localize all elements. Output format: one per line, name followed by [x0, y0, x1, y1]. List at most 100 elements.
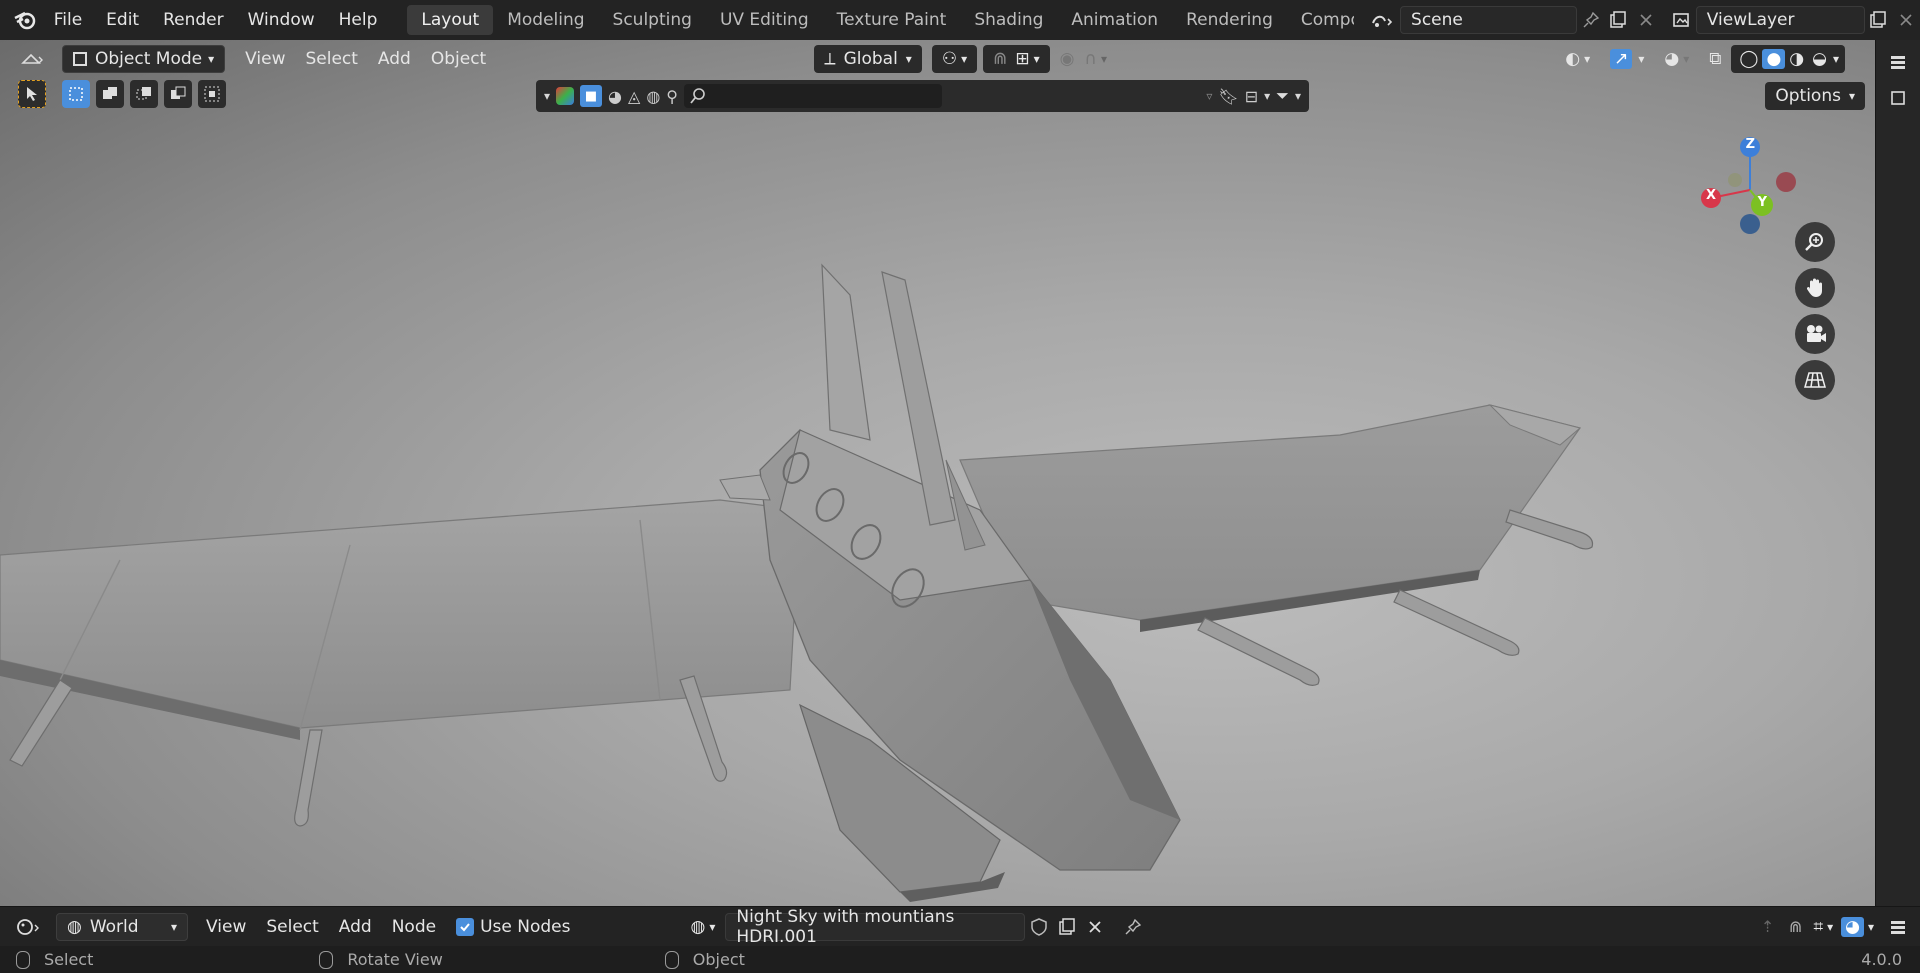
outliner-icon[interactable] — [1884, 48, 1912, 76]
filter-funnel-icon[interactable]: ⏷ — [1276, 86, 1289, 106]
transform-orientation-dropdown[interactable]: ⟂ Global ▾ — [814, 45, 922, 73]
snap-mode-dropdown[interactable]: ⌗ ▾ — [1810, 913, 1838, 941]
chevron-down-icon: ▾ — [1867, 919, 1874, 934]
tab-rendering[interactable]: Rendering — [1172, 5, 1287, 35]
wireframe-shading-icon[interactable]: ◯ — [1735, 49, 1762, 69]
world-icon: ◍ — [67, 916, 82, 937]
overlays-toggle[interactable]: ◕ ▾ — [1654, 45, 1699, 73]
chevron-down-icon: ▾ — [709, 919, 716, 934]
snap-magnet-icon[interactable]: ⋒ — [1782, 913, 1810, 941]
select-extend-icon[interactable] — [96, 80, 124, 108]
all-types-icon[interactable] — [556, 87, 575, 105]
node-menu-view[interactable]: View — [196, 913, 256, 941]
menu-view[interactable]: View — [235, 45, 295, 73]
node-overlays-toggle[interactable]: ◕ ▾ — [1837, 913, 1878, 941]
select-intersect-icon[interactable] — [198, 80, 226, 108]
world-type-dropdown[interactable]: ◍ World ▾ — [56, 912, 188, 941]
menu-help[interactable]: Help — [327, 5, 390, 35]
brush-filter-icon[interactable]: ⚲ — [666, 87, 678, 106]
delete-view-layer-icon[interactable] — [1892, 6, 1920, 34]
hierarchy-icon[interactable]: ⊟ — [1245, 87, 1258, 106]
new-view-layer-icon[interactable] — [1865, 6, 1893, 34]
menu-select[interactable]: Select — [295, 45, 367, 73]
chevron-down-icon[interactable]: ▾ — [1295, 89, 1301, 103]
mesh-filter-icon[interactable]: ■ — [580, 85, 603, 107]
airplane-model[interactable] — [0, 40, 1875, 906]
menu-edit[interactable]: Edit — [94, 5, 151, 35]
chevron-down-icon[interactable]: ▾ — [1831, 52, 1841, 66]
new-scene-icon[interactable] — [1604, 6, 1632, 34]
select-subtract-icon[interactable] — [130, 80, 158, 108]
properties-icon[interactable] — [1884, 84, 1912, 112]
object-mode-dropdown[interactable]: Object Mode ▾ — [62, 45, 226, 73]
tab-animation[interactable]: Animation — [1057, 5, 1172, 35]
world-filter-icon[interactable]: ◍ — [646, 87, 660, 106]
delete-scene-icon[interactable] — [1632, 6, 1660, 34]
view-layer-field[interactable]: ViewLayer — [1695, 6, 1865, 34]
select-new-icon[interactable] — [62, 80, 90, 108]
3d-viewport[interactable]: Object Mode ▾ View Select Add Object ⟂ G… — [0, 40, 1875, 906]
chevron-down-icon[interactable]: ▿ — [1206, 89, 1212, 103]
node-menu-node[interactable]: Node — [382, 913, 446, 941]
filter-search-input[interactable] — [684, 84, 943, 108]
menu-object[interactable]: Object — [421, 45, 496, 73]
ortho-toggle-button[interactable] — [1795, 360, 1835, 400]
tab-sculpting[interactable]: Sculpting — [599, 5, 706, 35]
tab-uv-editing[interactable]: UV Editing — [706, 5, 823, 35]
menu-window[interactable]: Window — [236, 5, 327, 35]
visibility-dropdown[interactable]: ◐ ▾ — [1555, 45, 1600, 73]
tab-layout[interactable]: Layout — [407, 5, 494, 35]
editor-type-3d-icon[interactable] — [18, 45, 46, 73]
tab-compositing[interactable]: Compositing — [1287, 5, 1354, 35]
search-icon — [690, 88, 705, 104]
chevron-down-icon[interactable]: ▾ — [544, 89, 550, 103]
scene-name-field[interactable]: Scene — [1400, 6, 1577, 34]
pin-icon[interactable] — [1577, 6, 1605, 34]
options-dropdown[interactable]: Options ▾ — [1765, 82, 1865, 110]
xray-toggle[interactable]: ⧉ — [1699, 45, 1731, 73]
pin-icon[interactable] — [1119, 913, 1147, 941]
tab-modeling[interactable]: Modeling — [493, 5, 598, 35]
tab-texture-paint[interactable]: Texture Paint — [823, 5, 961, 35]
material-shading-icon[interactable]: ◑ — [1785, 49, 1808, 69]
editor-type-shader-icon[interactable] — [14, 913, 42, 941]
menu-render[interactable]: Render — [151, 5, 236, 35]
object-mode-icon — [73, 52, 87, 66]
menu-add[interactable]: Add — [368, 45, 421, 73]
chevron-down-icon: ▾ — [1683, 52, 1690, 66]
node-menu-add[interactable]: Add — [329, 913, 382, 941]
node-menu-select[interactable]: Select — [256, 913, 328, 941]
material-filter-icon[interactable]: ◕ — [608, 87, 622, 106]
scene-selector-icon[interactable] — [1368, 6, 1396, 34]
select-box-tool-icon[interactable] — [18, 80, 46, 108]
camera-view-button[interactable] — [1795, 314, 1835, 354]
world-name: Night Sky with mountians HDRI.001 — [736, 906, 955, 947]
bookmark-icon[interactable]: 🔖︎ — [1218, 87, 1238, 106]
use-nodes-toggle[interactable]: Use Nodes — [446, 913, 580, 941]
unlink-world-icon[interactable] — [1081, 913, 1109, 941]
view-layer-icon[interactable] — [1668, 6, 1696, 34]
rendered-shading-icon[interactable]: ◒ — [1808, 49, 1831, 69]
zoom-view-button[interactable] — [1795, 222, 1835, 262]
snapping-toggle[interactable]: ⋒ ⊞ ▾ — [983, 45, 1050, 73]
blender-logo-icon[interactable] — [8, 0, 42, 40]
tab-shading[interactable]: Shading — [960, 5, 1057, 35]
world-name-field[interactable]: Night Sky with mountians HDRI.001 — [725, 907, 1026, 947]
chevron-down-icon[interactable]: ▾ — [1264, 89, 1270, 103]
use-nodes-checkbox[interactable] — [456, 917, 475, 936]
gizmo-toggle[interactable]: ↗ ▾ — [1600, 45, 1654, 73]
mouse-middle-icon — [319, 950, 334, 969]
outliner-icon[interactable] — [1884, 913, 1912, 941]
menu-file[interactable]: File — [42, 5, 94, 35]
select-invert-icon[interactable] — [164, 80, 192, 108]
pan-view-button[interactable] — [1795, 268, 1835, 308]
pivot-point-dropdown[interactable]: ⚇ ▾ — [931, 45, 978, 73]
orientation-label: Global — [843, 49, 898, 69]
light-filter-icon[interactable]: ◬ — [628, 87, 640, 106]
parent-node-tree-icon[interactable]: ⇡ — [1754, 913, 1782, 941]
fake-user-shield-icon[interactable] — [1025, 913, 1053, 941]
world-browse-dropdown[interactable]: ◍ ▾ — [680, 913, 725, 941]
duplicate-world-icon[interactable] — [1053, 913, 1081, 941]
proportional-edit-toggle[interactable]: ◉ ∩ ▾ — [1050, 45, 1117, 73]
solid-shading-icon[interactable]: ● — [1762, 49, 1786, 69]
